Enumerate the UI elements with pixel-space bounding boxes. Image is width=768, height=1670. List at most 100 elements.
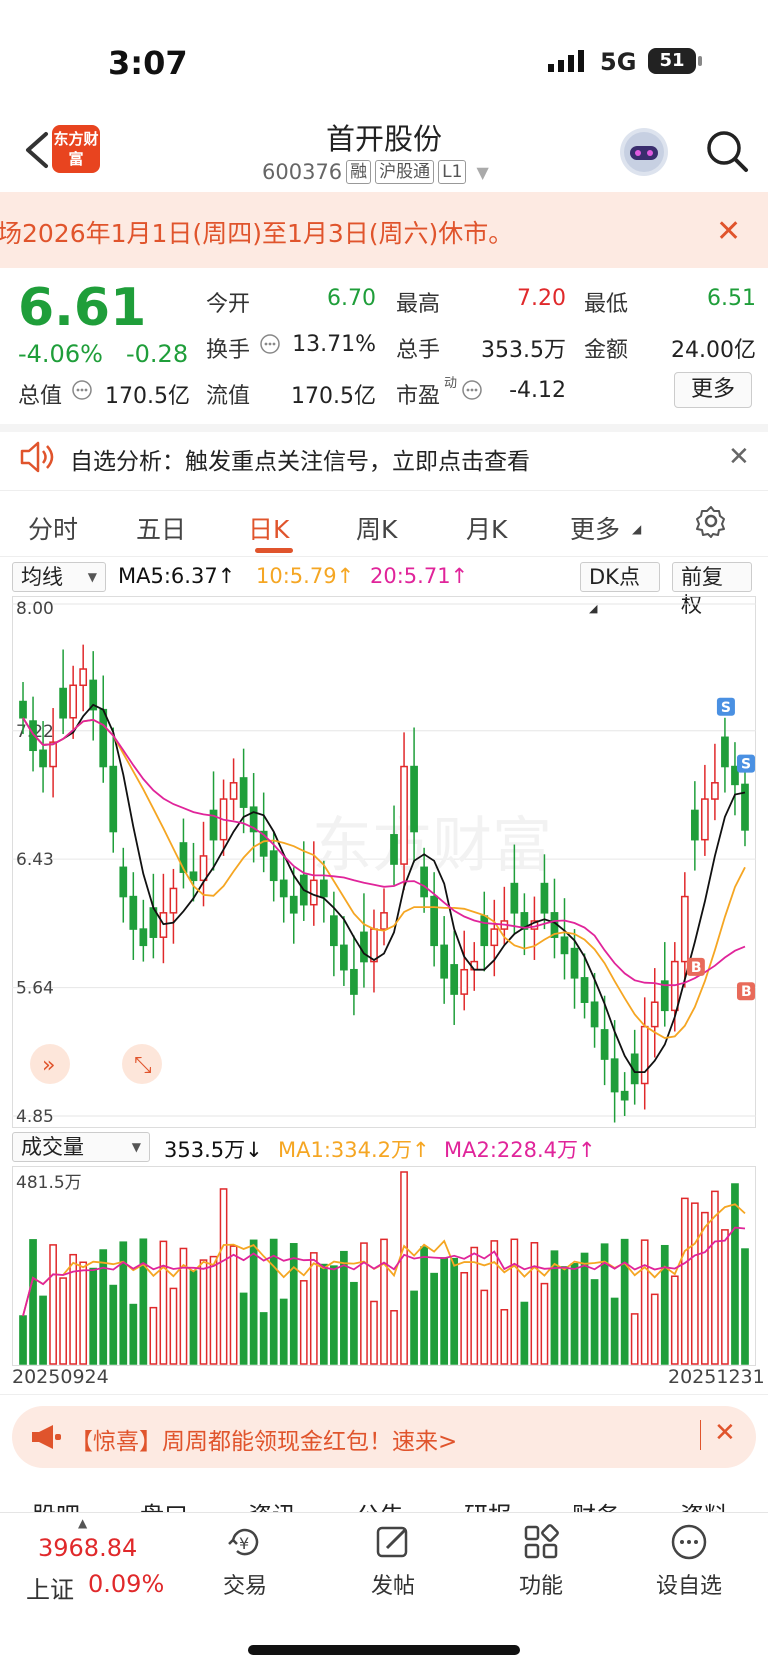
adjust-select[interactable]: 前复权: [672, 562, 752, 617]
volume-bar: [450, 1257, 459, 1365]
high-value: 7.20: [517, 286, 566, 311]
volume-bar: [49, 1244, 57, 1365]
candle-body: [640, 1025, 649, 1085]
subtab-guba[interactable]: 股吧: [32, 1496, 80, 1512]
analysis-text[interactable]: 自选分析：触发重点关注信号，立即点击查看: [70, 442, 530, 476]
dk-point-select[interactable]: DK点 ◢: [580, 562, 660, 615]
candle-body: [59, 687, 67, 719]
volume-chart[interactable]: 481.5万: [12, 1166, 756, 1366]
volume-bar: [680, 1197, 689, 1365]
double-chevron-icon-glyph: »: [42, 1053, 55, 1078]
current-price: 6.61: [18, 278, 147, 338]
subtab-research[interactable]: 研报: [464, 1496, 512, 1512]
candle-body: [690, 809, 699, 841]
volume-bar: [580, 1252, 589, 1365]
indicator-select[interactable]: 均线 ▼: [12, 562, 106, 592]
volume-bar: [590, 1279, 599, 1365]
candle-body: [109, 765, 118, 833]
tab-five-day[interactable]: 五日: [136, 510, 186, 546]
candle-body: [590, 1001, 599, 1028]
search-icon[interactable]: [704, 128, 750, 174]
promo-separator: [700, 1420, 701, 1450]
tab-weekly-k[interactable]: 周K: [356, 510, 397, 546]
candle-body: [410, 765, 418, 833]
volume-bar: [670, 1275, 679, 1365]
volume-bar: [610, 1297, 619, 1365]
candle-body: [420, 866, 428, 898]
more-quote-button[interactable]: 更多: [674, 372, 752, 408]
candle-body: [540, 882, 549, 914]
index-name[interactable]: 上证: [26, 1570, 74, 1605]
volume-indicator-label: 成交量: [21, 1135, 84, 1159]
change-amount: -0.28: [126, 340, 189, 368]
tag-margin: 融: [346, 160, 372, 184]
tab-more[interactable]: 更多: [570, 510, 620, 546]
index-value[interactable]: 3968.84: [38, 1534, 137, 1562]
candle-body: [701, 798, 709, 841]
candle-body: [330, 915, 338, 947]
candle-body: [440, 944, 449, 979]
function-button[interactable]: 功能: [496, 1522, 586, 1600]
volume-bar: [420, 1246, 428, 1365]
open-label: 今开: [206, 292, 251, 317]
add-watchlist-button[interactable]: 设自选: [644, 1522, 734, 1600]
trade-button[interactable]: ¥ 交易: [200, 1522, 290, 1600]
info-icon[interactable]: [260, 334, 280, 358]
tab-monthly-k[interactable]: 月K: [466, 510, 507, 546]
index-change[interactable]: 0.09%: [88, 1570, 164, 1598]
volume-bar: [460, 1271, 469, 1365]
candle-body: [580, 977, 589, 1003]
ma5-label: MA5:6.37↑: [118, 564, 236, 588]
volume-indicator-select[interactable]: 成交量 ▼: [12, 1132, 150, 1162]
candle-body: [370, 928, 378, 963]
tab-daily-k[interactable]: 日K: [248, 510, 289, 546]
chevron-down-icon[interactable]: ▼: [476, 163, 488, 182]
speaker-icon: [18, 440, 54, 478]
gear-icon[interactable]: [694, 504, 728, 542]
volume-bar: [299, 1280, 308, 1365]
ma20-label: 20:5.71↑: [370, 564, 469, 588]
volume-bar: [319, 1263, 328, 1365]
subtab-announcement[interactable]: 公告: [356, 1496, 404, 1512]
caret-up-icon: ▲: [78, 1516, 88, 1530]
volume-bar: [79, 1261, 88, 1365]
candle-body: [711, 782, 719, 800]
volume-bar: [530, 1242, 539, 1365]
tab-intraday[interactable]: 分时: [28, 510, 78, 546]
candle-body: [39, 749, 47, 768]
candle-body: [600, 1029, 609, 1060]
network-label: 5G: [600, 48, 637, 76]
stock-code: 600376: [262, 160, 343, 184]
stock-subtitle: 600376 融 沪股通 L1 ▼: [262, 160, 489, 184]
volume-bar: [741, 1248, 749, 1365]
candle-body: [570, 947, 579, 979]
pe-sup: 动: [444, 376, 458, 391]
candle-body: [460, 968, 469, 995]
candle-body: [129, 895, 138, 930]
trade-label: 交易: [222, 1574, 267, 1599]
close-icon[interactable]: ✕: [716, 214, 741, 249]
signal-marker-label: B: [691, 960, 702, 976]
divider: [0, 490, 768, 491]
candle-body: [239, 777, 248, 808]
subtab-pankou[interactable]: 盘口: [140, 1496, 188, 1512]
close-icon[interactable]: ✕: [714, 1418, 736, 1448]
subtab-profile[interactable]: 资料: [680, 1496, 728, 1512]
close-icon[interactable]: ✕: [728, 442, 750, 472]
subtab-finance[interactable]: 财务: [572, 1496, 620, 1512]
promo-text[interactable]: 【惊喜】周周都能领现金红包！速来>: [70, 1422, 457, 1456]
volume-bar: [309, 1252, 318, 1365]
candle-body: [450, 964, 459, 995]
volume-bar: [239, 1292, 248, 1365]
subtab-news[interactable]: 资讯: [248, 1496, 296, 1512]
post-button[interactable]: 发帖: [348, 1522, 438, 1600]
candle-body: [119, 866, 128, 898]
candle-body: [139, 928, 148, 947]
chevron-down-icon: ▼: [87, 570, 97, 584]
volume-bar: [480, 1289, 489, 1365]
info-icon[interactable]: [72, 380, 92, 404]
volume-bar: [510, 1238, 519, 1365]
assistant-robot-icon[interactable]: [620, 128, 668, 176]
volume-bar: [209, 1255, 218, 1365]
candlestick-chart[interactable]: 8.007.226.435.644.85东方财富SSBB»⤡: [12, 596, 756, 1128]
